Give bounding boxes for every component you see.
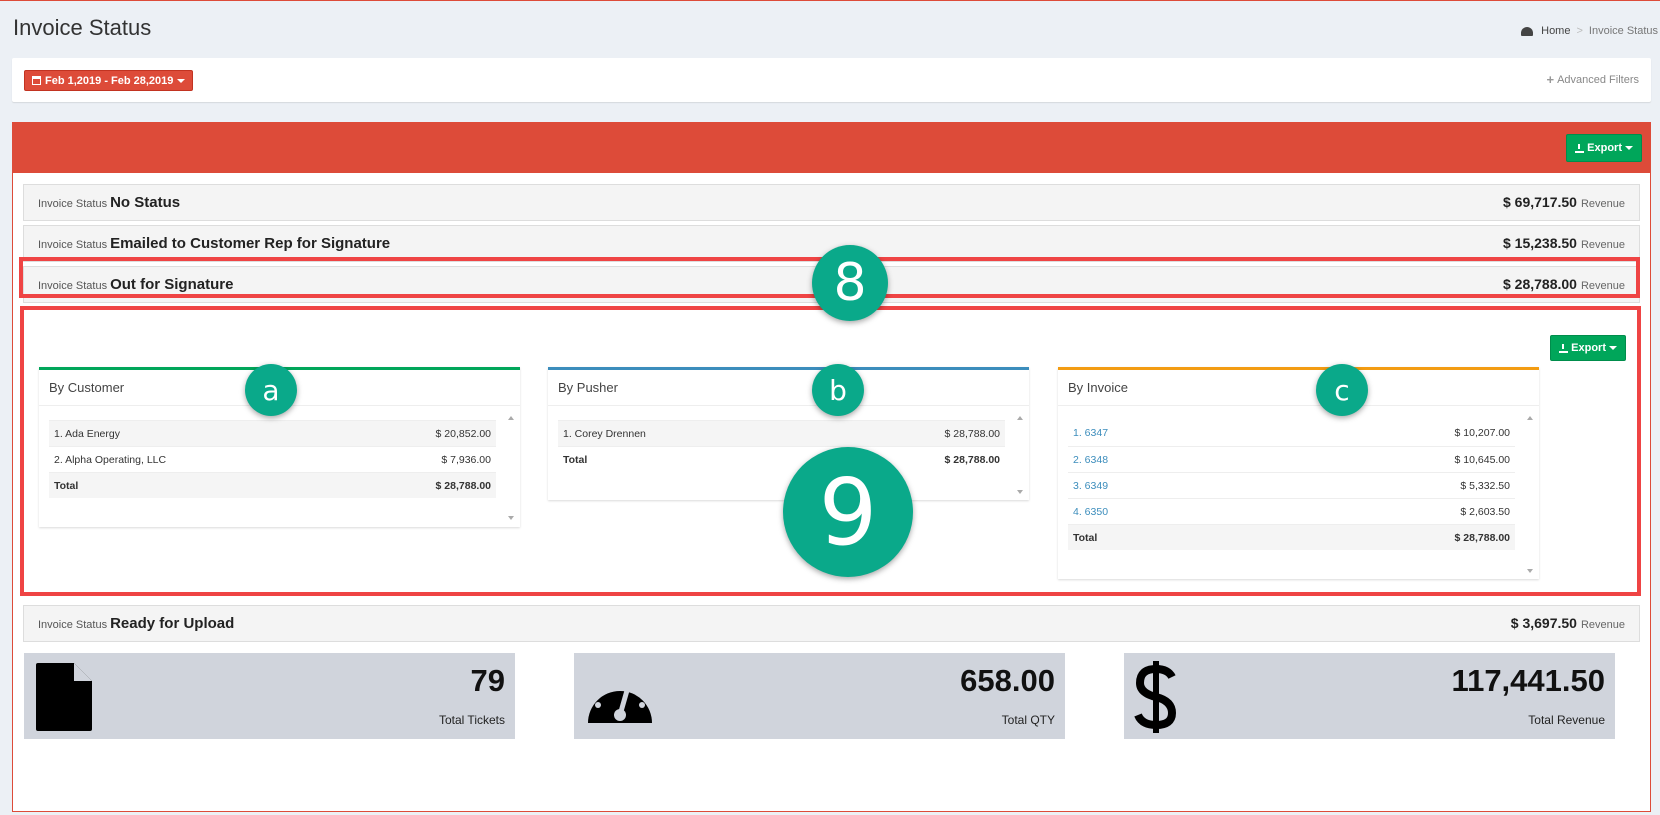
stat-value: 117,441.50	[1451, 663, 1605, 698]
annotation-badge-b: b	[812, 364, 864, 416]
dashboard-icon	[1521, 26, 1534, 36]
breadcrumb: Home > Invoice Status	[1521, 25, 1658, 37]
filter-bar: Feb 1,2019 - Feb 28,2019 + Advanced Filt…	[12, 58, 1651, 102]
date-range-label: Feb 1,2019 - Feb 28,2019	[45, 74, 174, 87]
annotation-badge-8: 8	[812, 245, 888, 321]
stat-total-qty: 658.00 Total QTY	[574, 653, 1065, 739]
calendar-icon	[32, 76, 41, 85]
status-label: Invoice Status	[38, 238, 108, 251]
status-name: Emailed to Customer Rep for Signature	[110, 234, 391, 252]
dashboard-icon	[588, 679, 652, 723]
file-icon	[36, 663, 92, 731]
box-header: Export	[13, 123, 1650, 173]
advanced-filters-link[interactable]: + Advanced Filters	[1546, 72, 1639, 87]
status-label: Invoice Status	[38, 197, 108, 210]
caret-down-icon	[1625, 146, 1633, 150]
stat-value: 79	[470, 663, 505, 698]
download-icon	[1575, 143, 1585, 153]
status-amount: $ 3,697.50	[1510, 614, 1577, 631]
status-name: No Status	[110, 193, 181, 211]
annotation-badge-9: 9	[783, 447, 913, 577]
plus-icon: +	[1546, 72, 1555, 87]
breadcrumb-home[interactable]: Home	[1541, 25, 1570, 37]
annotation-badge-a: a	[245, 364, 297, 416]
status-suffix: Revenue	[1580, 238, 1625, 251]
status-amount: $ 15,238.50	[1502, 234, 1577, 251]
export-label: Export	[1587, 142, 1622, 154]
status-suffix: Revenue	[1580, 197, 1625, 210]
stat-total-revenue: 117,441.50 Total Revenue	[1124, 653, 1615, 739]
status-name: Ready for Upload	[110, 614, 235, 632]
stat-caption: Total Revenue	[1528, 713, 1605, 727]
stat-caption: Total QTY	[1001, 713, 1055, 727]
breadcrumb-current: Invoice Status	[1588, 25, 1658, 37]
stat-caption: Total Tickets	[438, 713, 505, 727]
status-row-no-status[interactable]: Invoice Status No Status $ 69,717.50 Reven…	[23, 184, 1640, 221]
breadcrumb-separator: >	[1576, 25, 1583, 37]
dollar-icon	[1134, 661, 1177, 733]
export-button[interactable]: Export	[1566, 134, 1642, 162]
stat-value: 658.00	[960, 663, 1055, 698]
status-label: Invoice Status	[38, 618, 108, 631]
caret-down-icon	[177, 78, 186, 83]
annotation-badge-c: c	[1316, 364, 1368, 416]
status-row-ready-for-upload[interactable]: Invoice Status Ready for Upload $ 3,697.5…	[23, 605, 1640, 642]
stat-total-tickets: 79 Total Tickets	[24, 653, 515, 739]
date-range-button[interactable]: Feb 1,2019 - Feb 28,2019	[24, 70, 194, 91]
status-amount: $ 69,717.50	[1502, 193, 1577, 210]
status-suffix: Revenue	[1580, 618, 1625, 631]
page-title: Invoice Status	[13, 15, 152, 40]
advanced-filters-label: Advanced Filters	[1557, 73, 1639, 86]
